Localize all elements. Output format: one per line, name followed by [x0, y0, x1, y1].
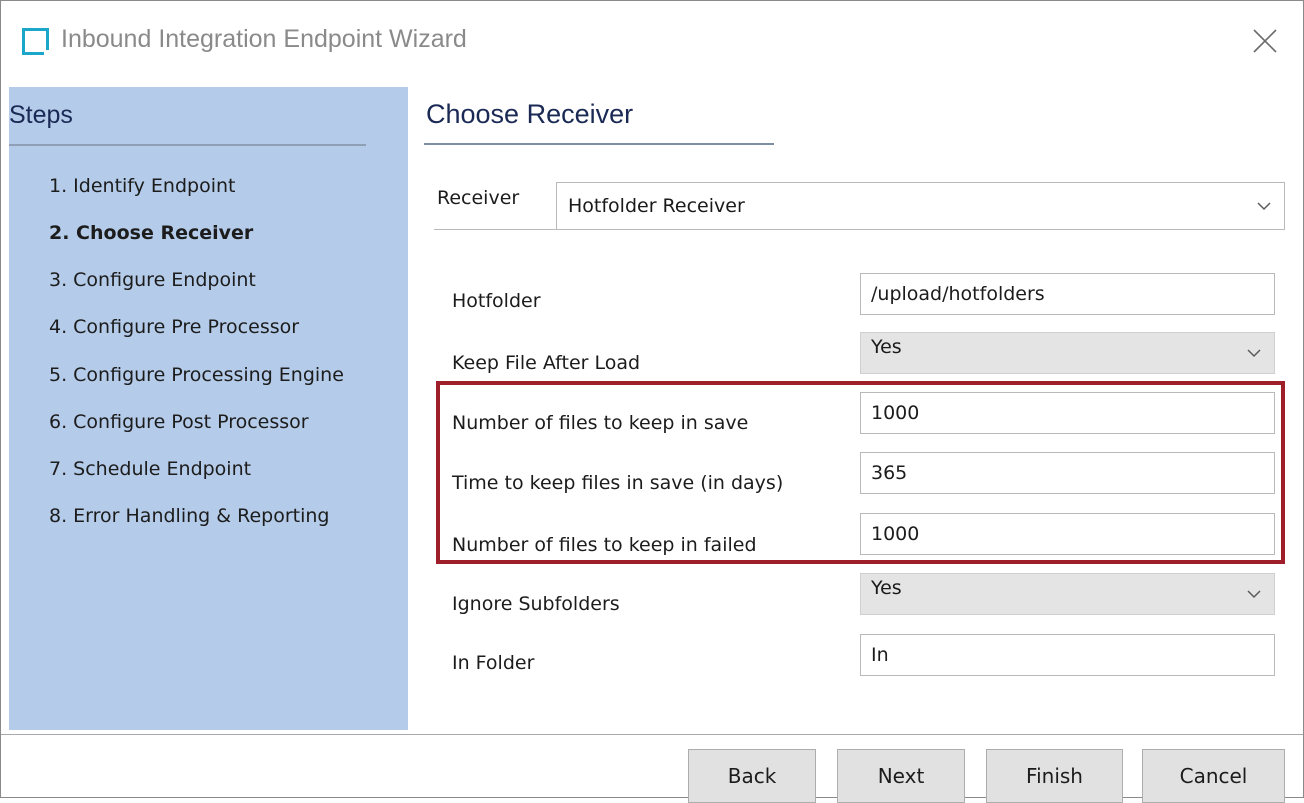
files-keep-failed-input[interactable] — [860, 513, 1275, 555]
step-configure-processing-engine[interactable]: 5. Configure Processing Engine — [49, 364, 344, 386]
step-configure-post-processor[interactable]: 6. Configure Post Processor — [49, 411, 309, 433]
wizard-window: Inbound Integration Endpoint Wizard Step… — [0, 0, 1304, 803]
files-keep-save-input[interactable] — [860, 392, 1275, 434]
hotfolder-label: Hotfolder — [452, 290, 541, 312]
receiver-label: Receiver — [437, 187, 520, 209]
files-keep-failed-label: Number of files to keep in failed — [452, 534, 757, 556]
time-keep-save-input[interactable] — [860, 452, 1275, 494]
next-button[interactable]: Next — [837, 749, 965, 803]
time-keep-save-label: Time to keep files in save (in days) — [452, 472, 784, 494]
step-schedule-endpoint[interactable]: 7. Schedule Endpoint — [49, 458, 251, 480]
hotfolder-input[interactable] — [860, 273, 1275, 315]
steps-divider — [9, 144, 366, 146]
step-error-handling[interactable]: 8. Error Handling & Reporting — [49, 505, 329, 527]
receiver-select[interactable]: Hotfolder Receiver — [556, 182, 1285, 230]
in-folder-input[interactable] — [860, 634, 1275, 676]
window-title: Inbound Integration Endpoint Wizard — [61, 25, 467, 53]
ignore-subfolders-value: Yes — [871, 577, 902, 599]
ignore-subfolders-label: Ignore Subfolders — [452, 593, 620, 615]
in-folder-label: In Folder — [452, 652, 535, 674]
step-identify-endpoint[interactable]: 1. Identify Endpoint — [49, 175, 236, 197]
chevron-down-icon — [1247, 590, 1261, 599]
back-button[interactable]: Back — [688, 749, 816, 803]
receiver-underline — [434, 229, 556, 230]
close-icon — [1253, 29, 1277, 53]
steps-title: Steps — [9, 101, 73, 129]
close-button[interactable] — [1245, 21, 1285, 61]
chevron-down-icon — [1247, 349, 1261, 358]
title-bar: Inbound Integration Endpoint Wizard — [1, 1, 1303, 87]
receiver-value: Hotfolder Receiver — [568, 195, 745, 217]
finish-button[interactable]: Finish — [986, 749, 1123, 803]
keep-file-after-load-label: Keep File After Load — [452, 352, 641, 374]
page-title: Choose Receiver — [426, 99, 634, 129]
keep-file-after-load-value: Yes — [871, 336, 902, 358]
keep-file-after-load-select[interactable]: Yes — [860, 332, 1275, 374]
title-divider — [424, 143, 774, 145]
steps-panel: Steps 1. Identify Endpoint 2. Choose Rec… — [9, 87, 408, 730]
cancel-button[interactable]: Cancel — [1142, 749, 1285, 803]
step-choose-receiver[interactable]: 2. Choose Receiver — [49, 222, 253, 244]
chevron-down-icon — [1257, 202, 1271, 211]
step-configure-endpoint[interactable]: 3. Configure Endpoint — [49, 269, 256, 291]
footer-divider — [1, 734, 1303, 735]
ignore-subfolders-select[interactable]: Yes — [860, 573, 1275, 615]
files-keep-save-label: Number of files to keep in save — [452, 412, 749, 434]
window-icon — [22, 28, 52, 58]
step-configure-pre-processor[interactable]: 4. Configure Pre Processor — [49, 316, 299, 338]
